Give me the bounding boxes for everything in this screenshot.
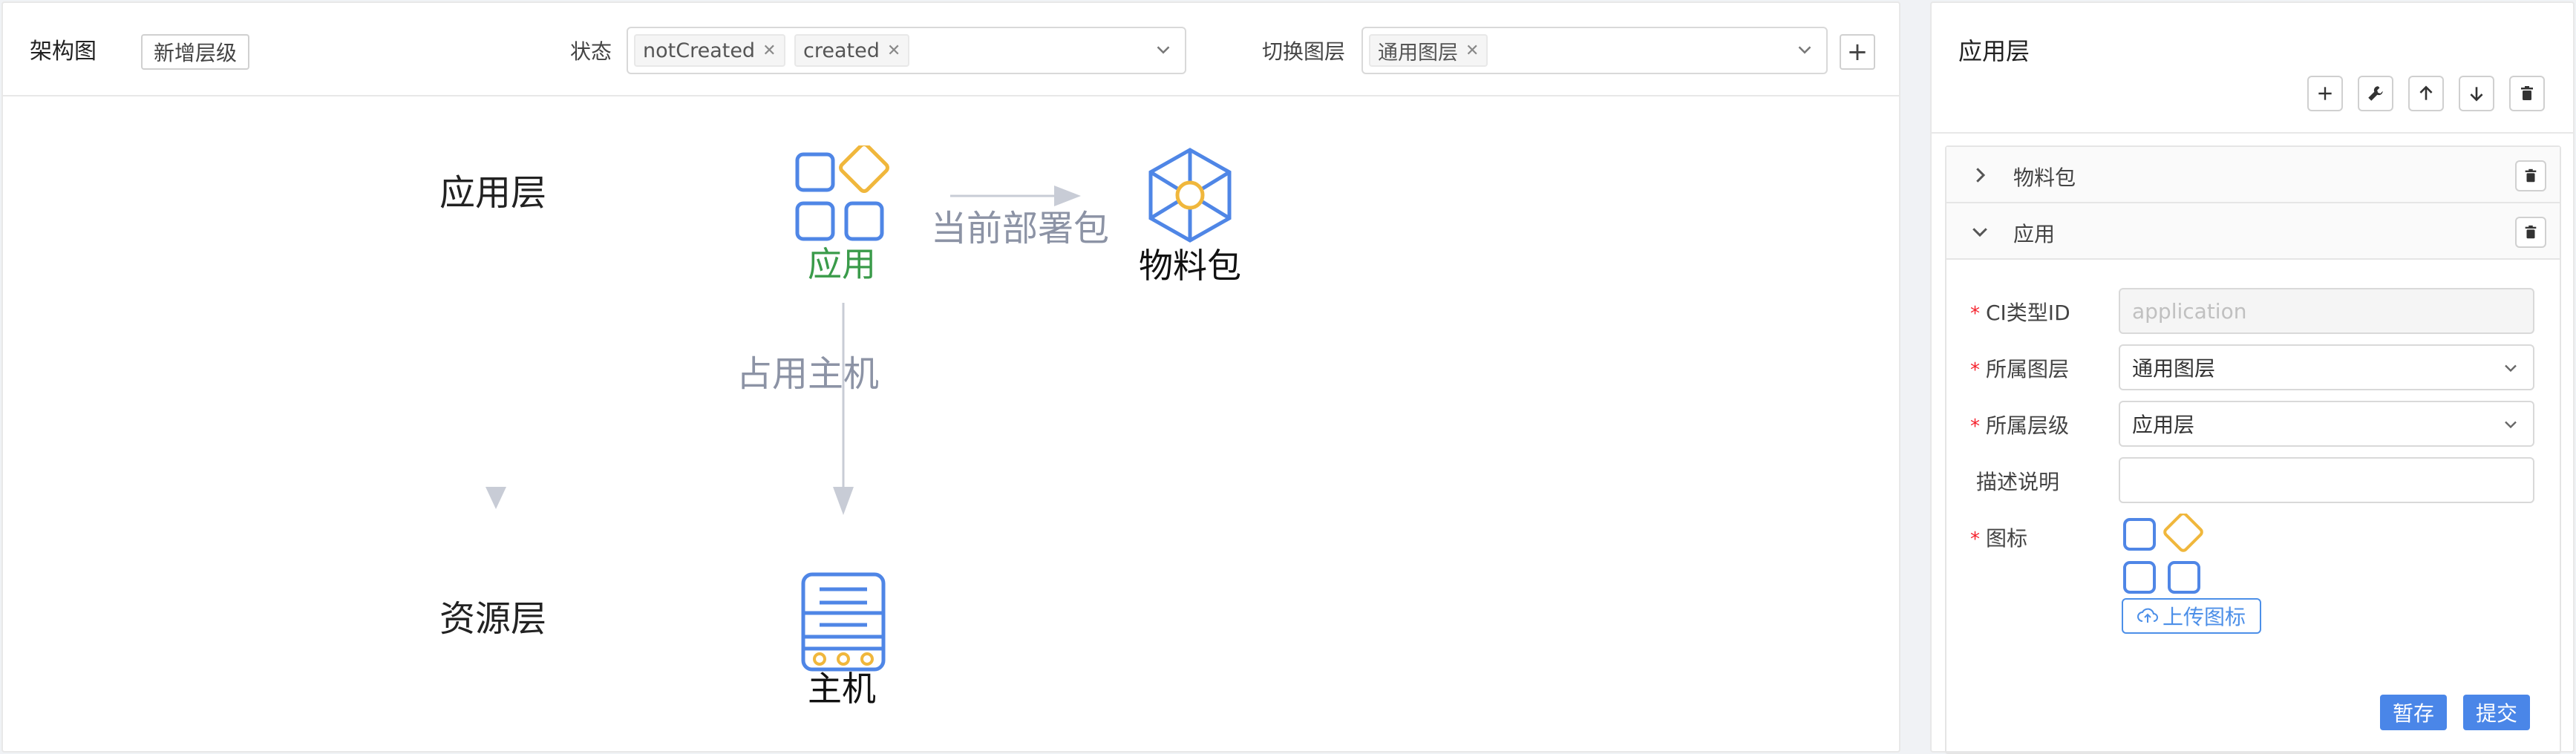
- layer-dropdown[interactable]: 通用图层: [2119, 344, 2534, 390]
- layer-select[interactable]: 通用图层 ✕: [1361, 27, 1828, 74]
- desc-field-label: 描述说明: [1976, 470, 2060, 494]
- status-label: 状态: [570, 39, 612, 64]
- trash-icon: [2525, 168, 2537, 183]
- layer-field-label: * 所属图层: [1970, 357, 2070, 381]
- properties-panel: 应用层 物料包 应用 * CI类型ID application * 所属图层 通…: [1930, 1, 2575, 754]
- section-title: 物料包: [2013, 165, 2076, 190]
- app-icon[interactable]: [794, 145, 897, 242]
- chevron-right-icon: [1976, 168, 1986, 183]
- divider: [1932, 132, 2573, 134]
- diagram-canvas[interactable]: 应用层 资源层 应用 物料包 主机 当前部署包 占用主机: [3, 96, 1899, 753]
- section-delete-button[interactable]: [2515, 160, 2546, 191]
- move-up-button[interactable]: [2408, 76, 2444, 111]
- level-field-label: * 所属层级: [1970, 413, 2070, 438]
- status-tag: created ✕: [794, 34, 910, 67]
- close-icon[interactable]: ✕: [762, 42, 776, 60]
- delete-button[interactable]: [2509, 76, 2545, 111]
- collapse-panel: 物料包 应用 * CI类型ID application * 所属图层 通用图层 …: [1945, 145, 2561, 754]
- layer-label-resource: 资源层: [439, 598, 547, 640]
- edge-label-deploy: 当前部署包: [931, 208, 1110, 249]
- section-header-package[interactable]: 物料包: [1946, 147, 2560, 203]
- toolbar: 架构图 新增层级 状态 notCreated ✕ created ✕ 切换图层 …: [3, 3, 1899, 96]
- add-level-button[interactable]: 新增层级: [141, 34, 249, 70]
- layer-tag: 通用图层 ✕: [1369, 34, 1488, 67]
- host-icon[interactable]: [800, 571, 886, 672]
- plus-icon: [2318, 87, 2332, 100]
- chevron-down-icon: [2505, 364, 2517, 373]
- settings-button[interactable]: [2358, 76, 2393, 111]
- close-icon[interactable]: ✕: [1465, 42, 1479, 60]
- status-tag-text: notCreated: [643, 39, 756, 62]
- chevron-down-icon: [2505, 421, 2517, 429]
- chevron-down-icon: [1972, 228, 1987, 237]
- chevron-down-icon: [1798, 46, 1811, 54]
- app-icon-preview: [2123, 514, 2203, 594]
- trash-icon: [2521, 86, 2533, 100]
- node-label-app[interactable]: 应用: [790, 237, 894, 286]
- wrench-icon: [2368, 86, 2383, 101]
- layer-label-app: 应用层: [439, 172, 547, 214]
- arrow-up-icon: [2419, 85, 2433, 100]
- add-layer-button[interactable]: +: [1840, 34, 1875, 70]
- node-label-host[interactable]: 主机: [790, 662, 894, 711]
- cloud-upload-icon: [2137, 608, 2158, 623]
- ci-type-label: * CI类型ID: [1970, 301, 2070, 325]
- section-delete-button[interactable]: [2515, 217, 2546, 248]
- panel-title: 应用层: [1958, 37, 2030, 65]
- status-tag-text: created: [803, 39, 880, 62]
- ci-type-input: application: [2119, 288, 2534, 334]
- node-label-package[interactable]: 物料包: [1127, 239, 1253, 288]
- save-draft-button[interactable]: 暂存: [2380, 695, 2447, 730]
- package-icon[interactable]: [1146, 147, 1234, 243]
- architecture-panel: 架构图 新增层级 状态 notCreated ✕ created ✕ 切换图层 …: [1, 1, 1900, 753]
- layer-switch-label: 切换图层: [1262, 39, 1346, 64]
- layer-tag-text: 通用图层: [1378, 41, 1458, 65]
- layer-arrow-icon: [486, 487, 506, 509]
- edges-layer: [486, 186, 1081, 515]
- section-title: 应用: [2013, 222, 2056, 246]
- arrow-head-icon: [833, 487, 854, 515]
- trash-icon: [2525, 225, 2537, 239]
- arrow-down-icon: [2470, 87, 2483, 102]
- submit-button[interactable]: 提交: [2463, 695, 2530, 730]
- desc-input[interactable]: [2119, 457, 2534, 503]
- status-select[interactable]: notCreated ✕ created ✕: [627, 27, 1186, 74]
- move-down-button[interactable]: [2459, 76, 2494, 111]
- add-button[interactable]: [2307, 76, 2343, 111]
- chevron-down-icon: [1157, 46, 1170, 54]
- icon-field-label: * 图标: [1970, 526, 2028, 551]
- edge-label-occupy: 占用主机: [736, 353, 880, 395]
- section-header-app[interactable]: 应用: [1946, 203, 2560, 260]
- page-title: 架构图: [30, 39, 97, 65]
- level-dropdown[interactable]: 应用层: [2119, 401, 2534, 447]
- status-tag: notCreated ✕: [634, 34, 785, 67]
- upload-icon-button[interactable]: 上传图标: [2122, 598, 2261, 634]
- close-icon[interactable]: ✕: [887, 42, 900, 60]
